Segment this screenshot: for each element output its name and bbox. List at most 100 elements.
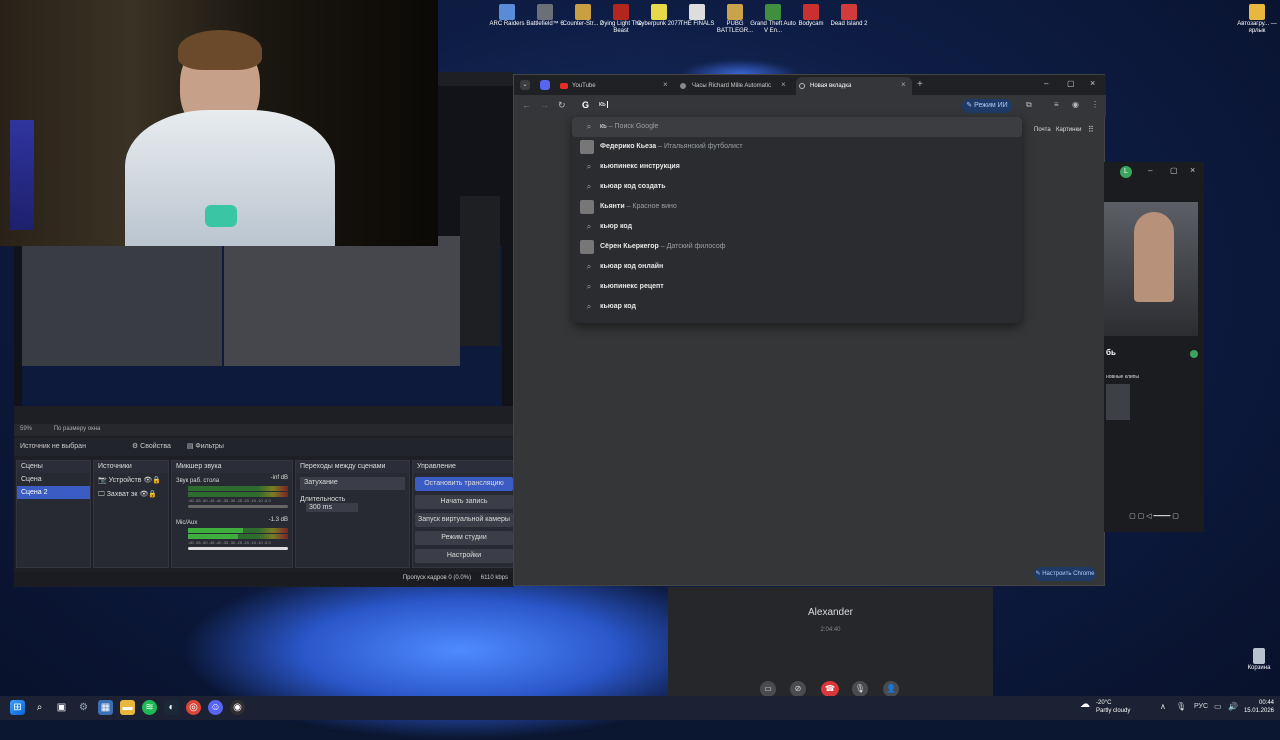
images-link[interactable]: Картинки xyxy=(1056,127,1081,133)
duration-row: Длительность 300 ms xyxy=(296,494,409,514)
start-recording-button[interactable]: Начать запись xyxy=(415,495,513,509)
suggestion-item[interactable]: ⌕ кьюар код xyxy=(572,297,1022,317)
maximize-button[interactable]: ▢ xyxy=(1067,79,1075,88)
task-view-icon[interactable]: ▣ xyxy=(54,700,69,715)
mixer-panel: Микшер звука Звук раб. стола -inf dB -60… xyxy=(171,460,293,568)
microphone-icon[interactable]: 🎙 xyxy=(852,681,868,697)
properties-button[interactable]: ⚙ Свойства xyxy=(132,443,171,450)
app-icon xyxy=(651,4,667,20)
obs-source-toolbar: Источник не выбран ⚙ Свойства ▤ Фильтры xyxy=(14,438,514,456)
gmail-link[interactable]: Почта xyxy=(1034,127,1051,133)
discord-icon[interactable]: ☺ xyxy=(208,700,223,715)
search-icon[interactable]: ⌕ xyxy=(32,700,47,715)
close-tab-icon[interactable]: × xyxy=(663,80,668,89)
blue-light xyxy=(10,120,34,230)
tab-search-icon[interactable]: ⌄ xyxy=(520,80,530,90)
start-icon[interactable]: ⊞ xyxy=(10,700,25,715)
scene-item-active[interactable]: Сцена 2 xyxy=(17,486,90,499)
minimize-button[interactable]: – xyxy=(1148,166,1152,175)
volume-slider[interactable] xyxy=(188,547,288,550)
discord-tab-icon[interactable] xyxy=(540,80,550,90)
source-item[interactable]: 🖵 Захват эк 👁🔒 xyxy=(94,487,168,502)
desktop-icon-autostart[interactable]: Автозагру... — ярлык xyxy=(1234,4,1280,35)
scenes-panel: Сцены Сцена Сцена 2 xyxy=(16,460,91,568)
show-hidden-icons[interactable]: ∧ xyxy=(1160,702,1166,711)
volume-icon[interactable]: 🔊 xyxy=(1228,702,1238,711)
tab-watch[interactable]: Часы Richard Mille Automatic xyxy=(678,77,784,95)
photos-icon[interactable]: ▦ xyxy=(98,700,113,715)
recycle-bin-icon xyxy=(1253,648,1265,664)
no-source-label: Источник не выбран xyxy=(20,443,86,450)
menu-icon[interactable]: ⋮ xyxy=(1091,100,1099,109)
scenes-header: Сцены xyxy=(17,461,90,473)
avatar[interactable]: L xyxy=(1120,166,1132,178)
person-hair xyxy=(178,30,262,70)
extensions-icon[interactable]: ⧉ xyxy=(1026,100,1032,110)
suggestion-item[interactable]: Сёрен Кьеркегор – Датский философ xyxy=(572,237,1022,257)
spotify-icon[interactable]: ≋ xyxy=(142,700,157,715)
app-icon xyxy=(499,4,515,20)
desktop-icon-9[interactable]: Dead Island 2 xyxy=(826,4,872,28)
language-indicator[interactable]: РУС xyxy=(1194,703,1208,710)
close-tab-icon[interactable]: × xyxy=(781,80,786,89)
address-input[interactable]: кь xyxy=(599,101,608,108)
suggestion-item[interactable]: ⌕ кьюар код создать xyxy=(572,177,1022,197)
sources-panel: Источники 📷 Устройств 👁🔒 🖵 Захват эк 👁🔒 xyxy=(93,460,169,568)
customize-chrome-button[interactable]: ✎ Настроить Chrome xyxy=(1034,567,1096,581)
scene-item[interactable]: Сцена xyxy=(17,473,90,486)
profile-icon[interactable]: ◉ xyxy=(1072,100,1079,109)
suggestion-item[interactable]: Федерико Кьеза – Итальянский футболист xyxy=(572,137,1022,157)
apps-grid-icon[interactable]: ⠿ xyxy=(1088,125,1094,134)
add-person-icon[interactable]: 👤 xyxy=(883,681,899,697)
reload-icon[interactable]: ↻ xyxy=(558,100,566,111)
chrome-icon[interactable]: ◎ xyxy=(186,700,201,715)
screen-share-icon[interactable]: ▭ xyxy=(760,681,776,697)
folder-icon xyxy=(1249,4,1265,20)
zoom-level[interactable]: 59% xyxy=(20,426,32,432)
network-icon[interactable]: ▭ xyxy=(1214,702,1222,711)
camera-off-icon[interactable]: ⊘ xyxy=(790,681,806,697)
ai-mode-button[interactable]: ✎ Режим ИИ xyxy=(962,99,1012,113)
clip-thumb[interactable] xyxy=(1106,384,1130,420)
back-icon[interactable]: ← xyxy=(522,100,531,110)
settings-icon[interactable]: ⚙ xyxy=(76,700,91,715)
weather-widget[interactable]: ☁ -20°C Partly cloudy xyxy=(1080,699,1140,715)
clock[interactable]: 00:44 15.01.2026 xyxy=(1240,699,1274,715)
suggestion-item[interactable]: Кьянти – Красное вино xyxy=(572,197,1022,217)
tab-youtube[interactable]: YouTube xyxy=(558,77,674,95)
filters-button[interactable]: ▤ Фильтры xyxy=(187,443,224,450)
suggestion-item[interactable]: ⌕ кьюр код xyxy=(572,217,1022,237)
player-controls[interactable]: ▢ ▢ ◁ ━━━━ ▢ xyxy=(1104,512,1204,528)
new-tab-button[interactable]: + xyxy=(917,79,923,90)
tab-new-tab-active[interactable]: Новая вкладка xyxy=(796,77,912,95)
microphone-tray-icon[interactable]: 🎙 xyxy=(1176,702,1186,711)
scale-mode[interactable]: По размеру окна xyxy=(54,426,101,432)
volume-slider[interactable] xyxy=(188,505,288,508)
virtual-camera-button[interactable]: Запуск виртуальной камеры xyxy=(415,513,513,527)
taskbar: ⊞ ⌕ ▣ ⚙ ▦ ▬ ≋ ◐ ◎ ☺ ◉ ☁ -20°C Partly clo… xyxy=(0,696,1280,720)
desktop-icon-recycle-bin[interactable]: Корзина xyxy=(1236,648,1280,672)
minimize-button[interactable]: – xyxy=(1044,79,1048,88)
stop-stream-button[interactable]: Остановить трансляцию xyxy=(415,477,513,491)
source-item[interactable]: 📷 Устройств 👁🔒 xyxy=(94,473,168,487)
sidebar-icon[interactable]: ≡ xyxy=(1054,100,1059,109)
suggestion-item[interactable]: ⌕ кьюпинекс рецепт xyxy=(572,277,1022,297)
suggestion-search-google[interactable]: ⌕ кь – Поиск Google xyxy=(572,117,1022,137)
file-explorer-icon[interactable]: ▬ xyxy=(120,700,135,715)
suggestion-item[interactable]: ⌕ кьюпинекс инструкция xyxy=(572,157,1022,177)
close-window-button[interactable]: × xyxy=(1090,78,1095,88)
maximize-button[interactable]: ▢ xyxy=(1170,166,1178,175)
hang-up-icon[interactable]: ☎ xyxy=(821,681,839,697)
close-tab-icon[interactable]: × xyxy=(901,80,906,89)
search-icon: ⌕ xyxy=(586,182,592,191)
studio-mode-button[interactable]: Режим студии xyxy=(415,531,513,545)
obs-icon[interactable]: ◉ xyxy=(230,700,245,715)
settings-button[interactable]: Настройки xyxy=(415,549,513,563)
steam-icon[interactable]: ◐ xyxy=(164,700,179,715)
transition-select[interactable]: Затухание xyxy=(300,477,405,490)
suggestion-item[interactable]: ⌕ кьюар код онлайн xyxy=(572,257,1022,277)
forward-icon[interactable]: → xyxy=(540,100,549,110)
mug xyxy=(205,205,237,227)
duration-input[interactable]: 300 ms xyxy=(306,503,358,512)
close-window-button[interactable]: × xyxy=(1190,165,1195,175)
